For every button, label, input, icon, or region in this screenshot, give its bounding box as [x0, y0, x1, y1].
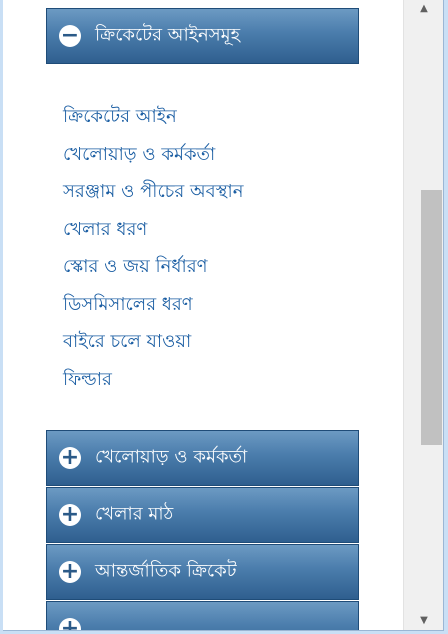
- section-links-list: ক্রিকেটের আইন খেলোয়াড় ও কর্মকর্তা সরঞ্…: [63, 98, 244, 398]
- link-equipment-pitch[interactable]: সরঞ্জাম ও পীচের অবস্থান: [63, 181, 244, 202]
- section-header-cricket-laws[interactable]: − ক্রিকেটের আইনসমূহ: [46, 8, 359, 64]
- link-fielder[interactable]: ফিল্ডার: [63, 369, 112, 390]
- section-header-players-officials[interactable]: + খেলোয়াড় ও কর্মকর্তা: [46, 430, 359, 486]
- plus-icon[interactable]: +: [59, 618, 81, 630]
- browser-window: − ক্রিকেটের আইনসমূহ ক্রিকেটের আইন খেলোয়…: [3, 0, 444, 631]
- section-title: আন্তর্জাতিক ক্রিকেট: [95, 560, 237, 582]
- plus-icon[interactable]: +: [59, 504, 81, 526]
- link-going-out[interactable]: বাইরে চলে যাওয়া: [63, 331, 191, 352]
- link-scoring-result[interactable]: স্কোর ও জয় নির্ধারণ: [63, 256, 208, 277]
- list-item: স্কোর ও জয় নির্ধারণ: [63, 248, 244, 286]
- section-title: খেলোয়াড় ও কর্মকর্তা: [95, 446, 248, 468]
- link-forms-of-play[interactable]: খেলার ধরণ: [63, 219, 147, 240]
- plus-icon[interactable]: +: [59, 561, 81, 583]
- list-item: সরঞ্জাম ও পীচের অবস্থান: [63, 173, 244, 211]
- scroll-up-arrow-icon[interactable]: ▲: [404, 0, 443, 18]
- list-item: খেলার ধরণ: [63, 211, 244, 249]
- list-item: ক্রিকেটের আইন: [63, 98, 244, 136]
- plus-icon[interactable]: +: [59, 447, 81, 469]
- section-title: ক্রিকেটের আইনসমূহ: [95, 24, 241, 46]
- list-item: খেলোয়াড় ও কর্মকর্তা: [63, 136, 244, 174]
- section-header-playing-field[interactable]: + খেলার মাঠ: [46, 487, 359, 543]
- link-dismissal-types[interactable]: ডিসমিসালের ধরণ: [63, 294, 193, 315]
- link-players-officials[interactable]: খেলোয়াড় ও কর্মকর্তা: [63, 144, 215, 165]
- minus-icon[interactable]: −: [59, 25, 81, 47]
- section-title: খেলার মাঠ: [95, 503, 174, 525]
- link-laws-of-cricket[interactable]: ক্রিকেটের আইন: [63, 106, 177, 127]
- scroll-down-arrow-icon[interactable]: ▼: [404, 612, 443, 630]
- list-item: ডিসমিসালের ধরণ: [63, 286, 244, 324]
- vertical-scrollbar[interactable]: ▲ ▼: [403, 0, 443, 630]
- section-header-international-cricket[interactable]: + আন্তর্জাতিক ক্রিকেট: [46, 544, 359, 600]
- list-item: বাইরে চলে যাওয়া: [63, 323, 244, 361]
- scrollbar-thumb[interactable]: [421, 190, 442, 445]
- section-header-partial[interactable]: +: [46, 601, 359, 630]
- accordion-menu: − ক্রিকেটের আইনসমূহ ক্রিকেটের আইন খেলোয়…: [3, 0, 403, 630]
- list-item: ফিল্ডার: [63, 361, 244, 399]
